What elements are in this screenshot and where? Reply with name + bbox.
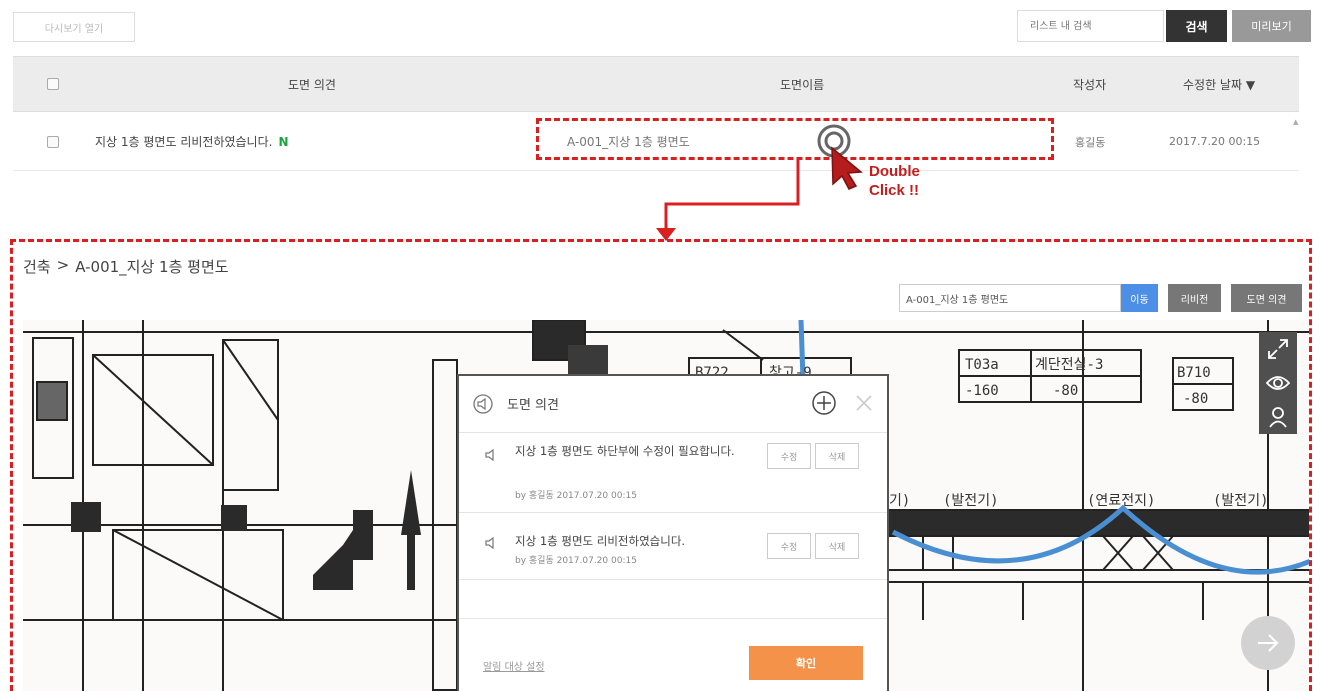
column-marker xyxy=(71,502,101,532)
label-generator: (발전기) xyxy=(943,493,999,509)
speaker-icon xyxy=(485,449,494,461)
sheet-opinion-popup: 도면 의견 지상 1층 평면도 하단부에 수정이 필요합니다. by 홍길동 2… xyxy=(457,374,889,691)
double-click-callout: Double Click !! xyxy=(869,162,920,200)
eye-icon xyxy=(1266,376,1290,390)
popup-header: 도면 의견 xyxy=(459,376,887,432)
delete-comment-button[interactable]: 삭제 xyxy=(815,533,859,559)
sheet-opinion-button[interactable]: 도면 의견 xyxy=(1231,284,1302,312)
label-generator-2: (발전기) xyxy=(1213,493,1269,509)
row-opinion-text: 지상 1층 평면도 리비전하였습니다. xyxy=(95,135,273,149)
scroll-up-icon[interactable]: ▲ xyxy=(1293,118,1301,128)
breadcrumb: 건축 > A-001_지상 1층 평면도 xyxy=(23,256,229,277)
comment-meta: by 홍길동 2017.07.20 00:15 xyxy=(515,491,637,501)
cursor-arrow-icon xyxy=(831,146,863,190)
move-button[interactable]: 이동 xyxy=(1121,284,1158,312)
list-search-input[interactable] xyxy=(1017,10,1164,42)
header-author[interactable]: 작성자 xyxy=(1073,57,1106,111)
edit-comment-button[interactable]: 수정 xyxy=(767,443,811,469)
preview-button[interactable]: 미리보기 xyxy=(1232,10,1311,42)
label-gen-partial: 기) xyxy=(889,493,910,509)
user-icon xyxy=(1269,407,1287,428)
popup-title: 도면 의견 xyxy=(507,398,559,413)
connector-arrow-icon xyxy=(656,160,800,241)
speaker-icon xyxy=(473,394,493,414)
column-marker xyxy=(221,505,247,531)
search-button[interactable]: 검색 xyxy=(1166,10,1227,42)
label-b710: B710 xyxy=(1177,365,1211,381)
breadcrumb-category[interactable]: 건축 xyxy=(23,256,51,277)
select-all-checkbox[interactable] xyxy=(47,78,59,90)
sheet-opinion-list-panel: 다시보기 열기 검색 미리보기 도면 의견 도면이름 작성자 수정한 날짜 ▼ … xyxy=(0,0,1322,241)
new-badge: N xyxy=(278,134,289,149)
edit-comment-button[interactable]: 수정 xyxy=(767,533,811,559)
label-stair: 계단전실-3 xyxy=(1035,357,1103,373)
breadcrumb-separator: > xyxy=(56,256,70,274)
close-icon[interactable] xyxy=(855,394,873,412)
comment-text: 지상 1층 평면도 리비전하였습니다. xyxy=(515,534,686,548)
arrow-right-icon xyxy=(1258,634,1279,652)
delete-comment-button[interactable]: 삭제 xyxy=(815,443,859,469)
header-sheet-name[interactable]: 도면이름 xyxy=(780,57,824,111)
label-minus160: -160 xyxy=(965,383,999,399)
add-icon[interactable] xyxy=(811,390,837,416)
user-button[interactable] xyxy=(1259,400,1297,434)
comment-text: 지상 1층 평면도 하단부에 수정이 필요합니다. xyxy=(515,444,735,458)
label-t03a: T03a xyxy=(965,357,999,373)
double-click-target-highlight xyxy=(536,118,1054,160)
sheet-detail-panel: 건축 > A-001_지상 1층 평면도 A-001_지상 1층 평면도 이동 … xyxy=(10,239,1312,691)
footer-divider xyxy=(459,618,887,619)
sheet-selector-input[interactable]: A-001_지상 1층 평면도 xyxy=(899,284,1121,312)
select-all-cell xyxy=(47,57,59,111)
row-author: 홍길동 xyxy=(1075,135,1106,149)
notify-target-link[interactable]: 알림 대상 설정 xyxy=(483,658,545,673)
double-click-line2: Click !! xyxy=(869,182,920,199)
list-header: 도면 의견 도면이름 작성자 수정한 날짜 ▼ xyxy=(13,56,1299,112)
double-click-line1: Double xyxy=(869,163,920,180)
label-fuel-cell: (연료전지) xyxy=(1087,493,1155,509)
direction-arrow-left xyxy=(313,510,373,590)
row-opinion[interactable]: 지상 1층 평면도 리비전하였습니다. N xyxy=(95,113,289,170)
row-modified-date: 2017.7.20 00:15 xyxy=(1169,135,1261,148)
reopen-button[interactable]: 다시보기 열기 xyxy=(13,12,135,42)
label-minus80b: -80 xyxy=(1183,391,1208,407)
expand-icon xyxy=(1268,339,1288,359)
fullscreen-button[interactable] xyxy=(1259,332,1297,366)
confirm-button[interactable]: 확인 xyxy=(749,646,863,680)
revision-button[interactable]: 리비전 xyxy=(1168,284,1221,312)
speaker-icon xyxy=(485,537,494,549)
next-sheet-button[interactable] xyxy=(1241,616,1295,670)
label-minus80a: -80 xyxy=(1053,383,1078,399)
comment-item: 지상 1층 평면도 하단부에 수정이 필요합니다. by 홍길동 2017.07… xyxy=(459,432,887,512)
comment-item: 지상 1층 평면도 리비전하였습니다. by 홍길동 2017.07.20 00… xyxy=(459,512,887,580)
drawing-viewer[interactable]: B722 창고-9 T03a 계단전실-3 B710 -160 -80 -80 … xyxy=(23,320,1309,691)
row-checkbox-cell xyxy=(47,113,59,170)
direction-arrow-up xyxy=(401,470,421,590)
breadcrumb-sheet: A-001_지상 1층 평면도 xyxy=(75,258,229,276)
row-checkbox[interactable] xyxy=(47,135,59,148)
header-modified-date[interactable]: 수정한 날짜 ▼ xyxy=(1183,57,1255,111)
visibility-button[interactable] xyxy=(1259,366,1297,400)
sheet-selector-value: A-001_지상 1층 평면도 xyxy=(906,294,1009,306)
comment-meta: by 홍길동 2017.07.20 00:15 xyxy=(515,556,637,566)
header-opinion[interactable]: 도면 의견 xyxy=(288,57,336,111)
